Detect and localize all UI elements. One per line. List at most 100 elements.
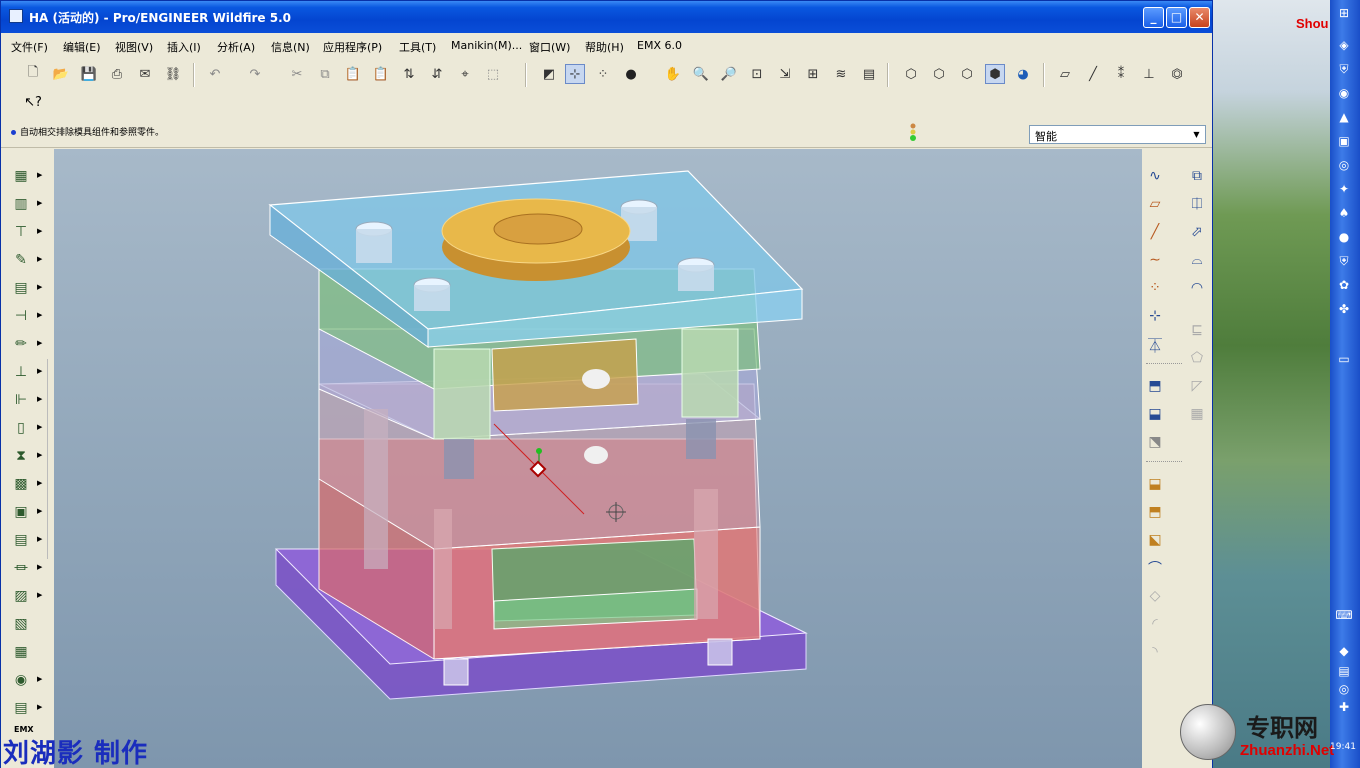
save-icon[interactable]: 💾 xyxy=(79,64,99,84)
tray-icon-1[interactable]: ◈ xyxy=(1335,38,1353,56)
sphere-icon[interactable]: ● xyxy=(621,64,641,84)
lifter-icon[interactable]: ▯ ▶ xyxy=(10,417,42,439)
layers-icon[interactable]: ≋ xyxy=(831,64,851,84)
runner-icon[interactable]: ⌒ xyxy=(1144,557,1166,579)
analysis-icon[interactable]: ⏄ xyxy=(1144,335,1166,357)
tray-icon-3[interactable]: ▣ xyxy=(1335,134,1353,152)
datum-axis-icon[interactable]: ╱ xyxy=(1144,221,1166,243)
send-link-icon[interactable]: ⛓ xyxy=(163,64,183,84)
chevron-down-icon[interactable]: ▼ xyxy=(1190,128,1203,141)
cast-icon[interactable]: ⬕ xyxy=(1144,529,1166,551)
tray-icon-9[interactable]: ✿ xyxy=(1335,278,1353,296)
warning-icon[interactable]: ▲ xyxy=(1335,110,1353,128)
shading-icon[interactable]: ⬢ xyxy=(985,64,1005,84)
axis-tool-icon[interactable]: ╱ xyxy=(1083,64,1103,84)
menu-applications[interactable]: 应用程序(P) xyxy=(323,39,382,55)
menu-insert[interactable]: 插入(I) xyxy=(167,39,201,55)
eye-view-icon[interactable]: ◉ ▶ xyxy=(10,669,43,691)
menu-manikin[interactable]: Manikin(M)... xyxy=(451,39,522,52)
3d-pocket-icon[interactable]: ▨ ▶ xyxy=(10,585,42,607)
tray-icon-7[interactable]: ● xyxy=(1335,230,1353,248)
whats-this-icon[interactable]: ↖? xyxy=(23,92,43,112)
merge-icon[interactable]: ⊑ xyxy=(1186,319,1208,341)
selection-filter-select[interactable]: 智能 ▼ xyxy=(1029,125,1206,144)
show-desktop-icon[interactable]: ▭ xyxy=(1335,352,1353,370)
keyboard-icon[interactable]: ⌨ xyxy=(1335,608,1353,626)
parting-surface-icon[interactable]: ⬓ xyxy=(1144,403,1166,425)
title-bar[interactable]: HA (活动的) - Pro/ENGINEER Wildfire 5.0 _ □… xyxy=(1,1,1212,33)
menu-window[interactable]: 窗口(W) xyxy=(529,39,570,55)
ejector-icon[interactable]: ⊣ ▶ xyxy=(10,305,43,327)
copy-feature-icon[interactable]: ⧉ xyxy=(1186,165,1208,187)
offset-surface-icon[interactable]: ⌓ xyxy=(1186,249,1208,271)
undo-icon[interactable]: ↶ xyxy=(205,64,225,84)
datum-curve-icon[interactable]: ∼ xyxy=(1144,249,1166,271)
zoom-in-icon[interactable]: 🔍 xyxy=(691,64,711,84)
mold-volume-icon[interactable]: ⬒ xyxy=(1144,375,1166,397)
no-hidden-icon[interactable]: ⬡ xyxy=(957,64,977,84)
menu-info[interactable]: 信息(N) xyxy=(271,39,310,55)
new-icon[interactable]: 🗋 xyxy=(23,64,43,84)
sprue-icon[interactable]: ✏ ▶ xyxy=(10,333,42,355)
open-icon[interactable]: 📂 xyxy=(51,64,71,84)
extend-icon[interactable]: ⬀ xyxy=(1186,221,1208,243)
mold-base-icon[interactable]: ▦ ▶ xyxy=(10,165,42,187)
tray-icon-6[interactable]: ♠ xyxy=(1335,206,1353,224)
tray-icon-12[interactable]: ▤ xyxy=(1335,664,1353,682)
menu-emx[interactable]: EMX 6.0 xyxy=(637,39,682,52)
hole-icon[interactable]: ◇ xyxy=(1144,585,1166,607)
draft-icon[interactable]: ◝ xyxy=(1144,641,1166,663)
select-box-icon[interactable]: ⬚ xyxy=(483,64,503,84)
slider-icon[interactable]: ⊩ ▶ xyxy=(10,389,43,411)
thicken-icon[interactable]: ◸ xyxy=(1186,375,1208,397)
3d-graphics-viewport[interactable] xyxy=(54,149,1142,768)
datum-point-icon[interactable]: ⁘ xyxy=(1144,277,1166,299)
tray-icon-13[interactable]: ◎ xyxy=(1335,682,1353,700)
hidden-line-icon[interactable]: ⬡ xyxy=(929,64,949,84)
menu-file[interactable]: 文件(F) xyxy=(11,39,48,55)
menu-analysis[interactable]: 分析(A) xyxy=(217,39,255,55)
paste-special-icon[interactable]: 📋 xyxy=(371,64,391,84)
guide-icon[interactable]: ▤ ▶ xyxy=(10,277,42,299)
cooling-icon[interactable]: ⧗ ▶ xyxy=(10,445,42,467)
print-icon[interactable]: ⎙ xyxy=(107,64,127,84)
find-icon[interactable]: ⌖ xyxy=(455,64,475,84)
reorient-icon[interactable]: ⇲ xyxy=(775,64,795,84)
copy-icon[interactable]: ⧉ xyxy=(315,64,335,84)
stopper-icon[interactable]: ▤ ▶ xyxy=(10,529,42,551)
maximize-button[interactable]: □ xyxy=(1166,7,1187,28)
screw-icon[interactable]: ⊤ ▶ xyxy=(10,221,43,243)
tray-icon-2[interactable]: ◉ xyxy=(1335,86,1353,104)
windows-logo-icon[interactable]: ⊞ xyxy=(1335,6,1353,24)
send-mail-icon[interactable]: ✉ xyxy=(135,64,155,84)
mirror-icon[interactable]: ⎅ xyxy=(1186,193,1208,215)
csys-icon[interactable]: ⊹ xyxy=(1144,305,1166,327)
enhanced-realism-icon[interactable]: ◕ xyxy=(1013,64,1033,84)
regenerate-icon[interactable]: ⇅ xyxy=(399,64,419,84)
tray-icon-8[interactable]: ⛨ xyxy=(1335,254,1353,272)
csys-tool-icon[interactable]: ⊥ xyxy=(1139,64,1159,84)
tray-icon-10[interactable]: ✤ xyxy=(1335,302,1353,320)
view-manager-icon[interactable]: ▤ xyxy=(859,64,879,84)
split-icon[interactable]: ⬔ xyxy=(1144,431,1166,453)
saved-views-icon[interactable]: ⊞ xyxy=(803,64,823,84)
refit-icon[interactable]: ⊡ xyxy=(747,64,767,84)
menu-edit[interactable]: 编辑(E) xyxy=(63,39,101,55)
menu-tools[interactable]: 工具(T) xyxy=(399,39,436,55)
drawing-icon[interactable]: ▦ xyxy=(10,641,32,663)
redo-icon[interactable]: ↷ xyxy=(245,64,265,84)
extract-icon[interactable]: ⬓ xyxy=(1144,473,1166,495)
leader-pin-icon[interactable]: ⊥ ▶ xyxy=(10,361,43,383)
menu-view[interactable]: 视图(V) xyxy=(115,39,153,55)
solidify-icon[interactable]: ▦ xyxy=(1186,403,1208,425)
wireframe-icon[interactable]: ⬡ xyxy=(901,64,921,84)
bom-icon[interactable]: ▤ ▶ xyxy=(10,697,42,719)
tray-icon-11[interactable]: ◆ xyxy=(1335,644,1353,662)
support-icon[interactable]: ▣ ▶ xyxy=(10,501,42,523)
point-display-icon[interactable]: ⁘ xyxy=(593,64,613,84)
zoom-out-icon[interactable]: 🔎 xyxy=(719,64,739,84)
point-tool-icon[interactable]: ⁑ xyxy=(1111,64,1131,84)
datum-filter-icon[interactable]: ⏣ xyxy=(1167,64,1187,84)
pin-icon[interactable]: ✎ ▶ xyxy=(10,249,42,271)
close-button[interactable]: ✕ xyxy=(1189,7,1210,28)
